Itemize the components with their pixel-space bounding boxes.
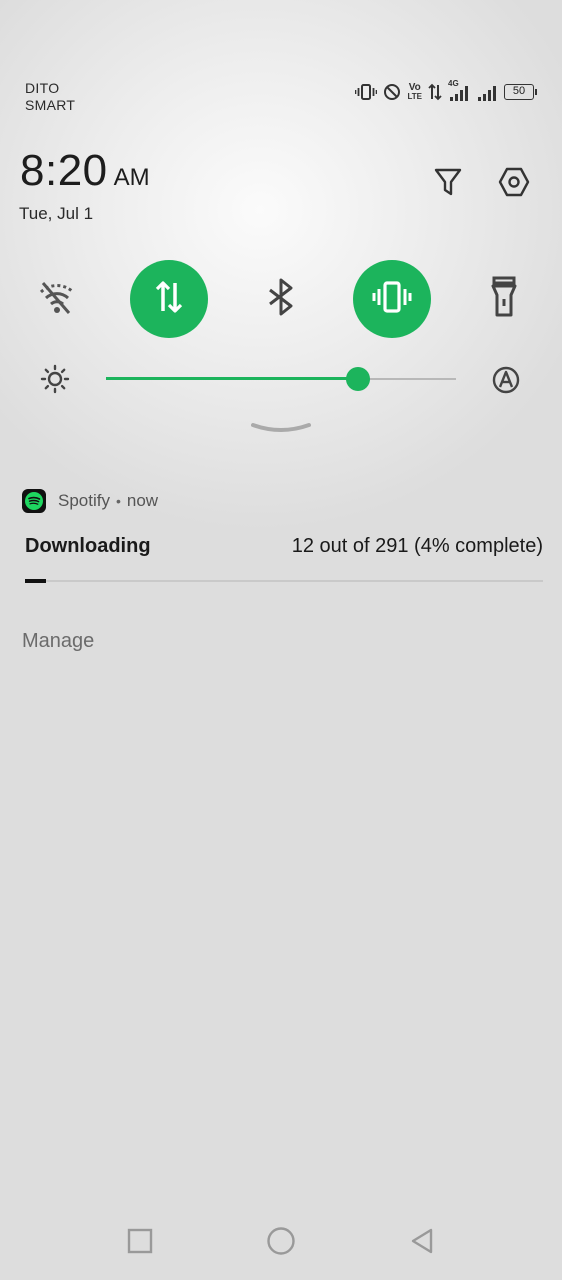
clock-time: 8:20 bbox=[20, 146, 108, 195]
data-arrows-icon bbox=[149, 277, 189, 322]
battery-level: 50 bbox=[512, 85, 526, 97]
flashlight-tile[interactable] bbox=[465, 260, 543, 338]
clock-ampm: AM bbox=[113, 164, 150, 191]
manage-button[interactable]: Manage bbox=[22, 630, 94, 653]
progress-track bbox=[25, 580, 543, 582]
circle-icon bbox=[266, 1226, 296, 1261]
expand-handle-icon[interactable] bbox=[251, 421, 311, 440]
clock[interactable]: 8:20 AM bbox=[20, 146, 150, 196]
brightness-fill bbox=[106, 377, 358, 380]
vibrate-icon bbox=[355, 83, 378, 101]
notification-progress-text: 12 out of 291 (4% complete) bbox=[291, 535, 543, 557]
vibrate-tile[interactable] bbox=[353, 260, 431, 338]
notification-title[interactable]: Downloading bbox=[25, 535, 151, 558]
volte-icon: Vo LTE bbox=[407, 82, 422, 102]
back-triangle-icon bbox=[409, 1227, 435, 1260]
brightness-thumb[interactable] bbox=[346, 367, 370, 391]
recents-button[interactable] bbox=[119, 1222, 161, 1264]
signal-4g-icon: 4G bbox=[448, 79, 470, 102]
notification-separator: • bbox=[115, 493, 121, 509]
back-button[interactable] bbox=[401, 1222, 443, 1264]
data-arrows-icon bbox=[428, 83, 442, 101]
carrier-name: DITO SMART bbox=[25, 80, 75, 114]
square-icon bbox=[127, 1228, 153, 1259]
vibrate-icon bbox=[372, 277, 412, 322]
navigation-bar bbox=[0, 1222, 562, 1264]
carrier-line1: DITO bbox=[25, 80, 60, 96]
wifi-off-icon bbox=[37, 277, 77, 322]
flashlight-icon bbox=[484, 275, 524, 324]
volte-top-label: Vo bbox=[408, 82, 421, 93]
status-bar: DITO SMART Vo LTE 4G 50 bbox=[25, 78, 537, 118]
settings-button[interactable] bbox=[497, 167, 531, 201]
bluetooth-icon bbox=[261, 277, 301, 322]
carrier-line2: SMART bbox=[25, 97, 76, 113]
filter-icon bbox=[433, 166, 463, 203]
volte-bottom-label: LTE bbox=[407, 92, 422, 101]
spotify-icon bbox=[22, 489, 46, 513]
wifi-tile[interactable] bbox=[18, 260, 96, 338]
notification-header[interactable]: Spotify • now bbox=[22, 489, 158, 513]
notification-time: now bbox=[126, 491, 159, 510]
bluetooth-tile[interactable] bbox=[242, 260, 320, 338]
auto-brightness-icon[interactable] bbox=[491, 365, 521, 400]
brightness-slider[interactable] bbox=[106, 367, 456, 391]
signal-icon bbox=[476, 82, 498, 102]
download-progress-bar bbox=[25, 579, 543, 583]
battery-indicator: 50 bbox=[504, 84, 537, 100]
settings-icon bbox=[498, 166, 530, 203]
do-not-disturb-icon bbox=[383, 83, 401, 101]
status-icons: Vo LTE 4G 50 bbox=[355, 79, 537, 102]
home-button[interactable] bbox=[260, 1222, 302, 1264]
notification-app-name: Spotify bbox=[58, 491, 110, 510]
filter-button[interactable] bbox=[431, 167, 465, 201]
mobile-data-tile[interactable] bbox=[130, 260, 208, 338]
brightness-icon bbox=[40, 364, 70, 399]
date-label[interactable]: Tue, Jul 1 bbox=[19, 204, 93, 224]
progress-fill bbox=[25, 579, 46, 583]
